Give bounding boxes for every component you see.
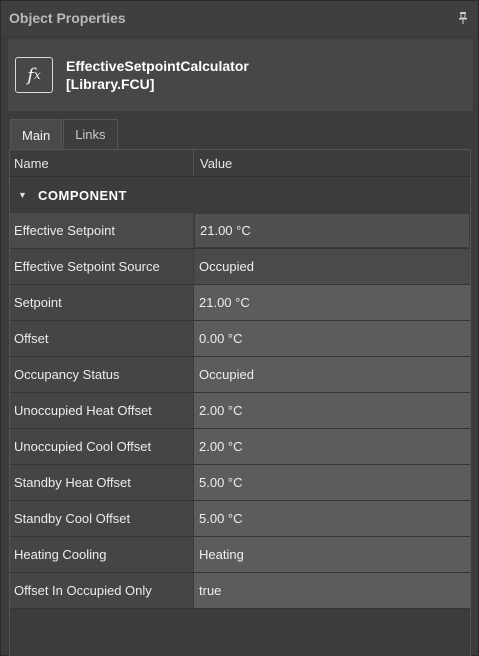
category-label: COMPONENT: [38, 187, 127, 203]
tab-main[interactable]: Main: [10, 119, 63, 150]
property-value-input[interactable]: true: [194, 573, 470, 608]
property-name: Effective Setpoint Source: [10, 249, 194, 284]
panel-titlebar: Object Properties: [1, 1, 478, 35]
property-row-standby-cool-offset[interactable]: Standby Cool Offset 5.00 °C: [10, 501, 470, 537]
property-name: Offset In Occupied Only: [10, 573, 194, 608]
property-name: Setpoint: [10, 285, 194, 320]
property-value-input[interactable]: 21.00 °C: [194, 285, 470, 320]
grid-header: Name Value: [10, 149, 470, 177]
property-name: Offset: [10, 321, 194, 356]
panel-title: Object Properties: [9, 10, 126, 26]
property-value-input[interactable]: 2.00 °C: [194, 429, 470, 464]
pin-icon[interactable]: [458, 12, 468, 24]
property-name: Heating Cooling: [10, 537, 194, 572]
property-value-input[interactable]: 0.00 °C: [194, 321, 470, 356]
property-value-input[interactable]: 5.00 °C: [194, 501, 470, 536]
column-header-value[interactable]: Value: [194, 156, 232, 171]
property-row-occupancy-status[interactable]: Occupancy Status Occupied: [10, 357, 470, 393]
property-name: Unoccupied Cool Offset: [10, 429, 194, 464]
property-row-heating-cooling[interactable]: Heating Cooling Heating: [10, 537, 470, 573]
property-value: Occupied: [194, 249, 470, 284]
component-library: [Library.FCU]: [66, 76, 155, 92]
property-value-input[interactable]: Heating: [194, 537, 470, 572]
property-value-input[interactable]: 5.00 °C: [194, 465, 470, 500]
property-row-offset-in-occupied-only[interactable]: Offset In Occupied Only true: [10, 573, 470, 609]
property-value-input[interactable]: Occupied: [194, 357, 470, 392]
property-row-unoccupied-heat-offset[interactable]: Unoccupied Heat Offset 2.00 °C: [10, 393, 470, 429]
property-row-standby-heat-offset[interactable]: Standby Heat Offset 5.00 °C: [10, 465, 470, 501]
property-name: Standby Cool Offset: [10, 501, 194, 536]
property-row-effective-setpoint-source[interactable]: Effective Setpoint Source Occupied: [10, 249, 470, 285]
property-row-setpoint[interactable]: Setpoint 21.00 °C: [10, 285, 470, 321]
property-value-input[interactable]: 2.00 °C: [194, 393, 470, 428]
property-row-unoccupied-cool-offset[interactable]: Unoccupied Cool Offset 2.00 °C: [10, 429, 470, 465]
collapse-caret-icon[interactable]: ▼: [18, 190, 30, 200]
property-name: Effective Setpoint: [10, 213, 194, 248]
component-header: fx EffectiveSetpointCalculator [Library.…: [8, 39, 473, 111]
property-name: Occupancy Status: [10, 357, 194, 392]
component-name: EffectiveSetpointCalculator: [66, 58, 249, 74]
column-header-name[interactable]: Name: [10, 150, 194, 176]
property-grid: Name Value ▼ COMPONENT Effective Setpoin…: [9, 149, 471, 656]
object-properties-panel: Object Properties fx EffectiveSetpointCa…: [0, 0, 479, 656]
fx-icon: fx: [15, 57, 53, 93]
tab-links[interactable]: Links: [63, 119, 118, 149]
property-row-effective-setpoint[interactable]: Effective Setpoint 21.00 °C: [10, 213, 470, 249]
tab-bar: Main Links: [10, 119, 118, 150]
component-title: EffectiveSetpointCalculator [Library.FCU…: [66, 57, 249, 93]
property-value: 21.00 °C: [194, 213, 470, 248]
property-name: Standby Heat Offset: [10, 465, 194, 500]
category-component[interactable]: ▼ COMPONENT: [10, 177, 470, 213]
property-row-offset[interactable]: Offset 0.00 °C: [10, 321, 470, 357]
property-name: Unoccupied Heat Offset: [10, 393, 194, 428]
